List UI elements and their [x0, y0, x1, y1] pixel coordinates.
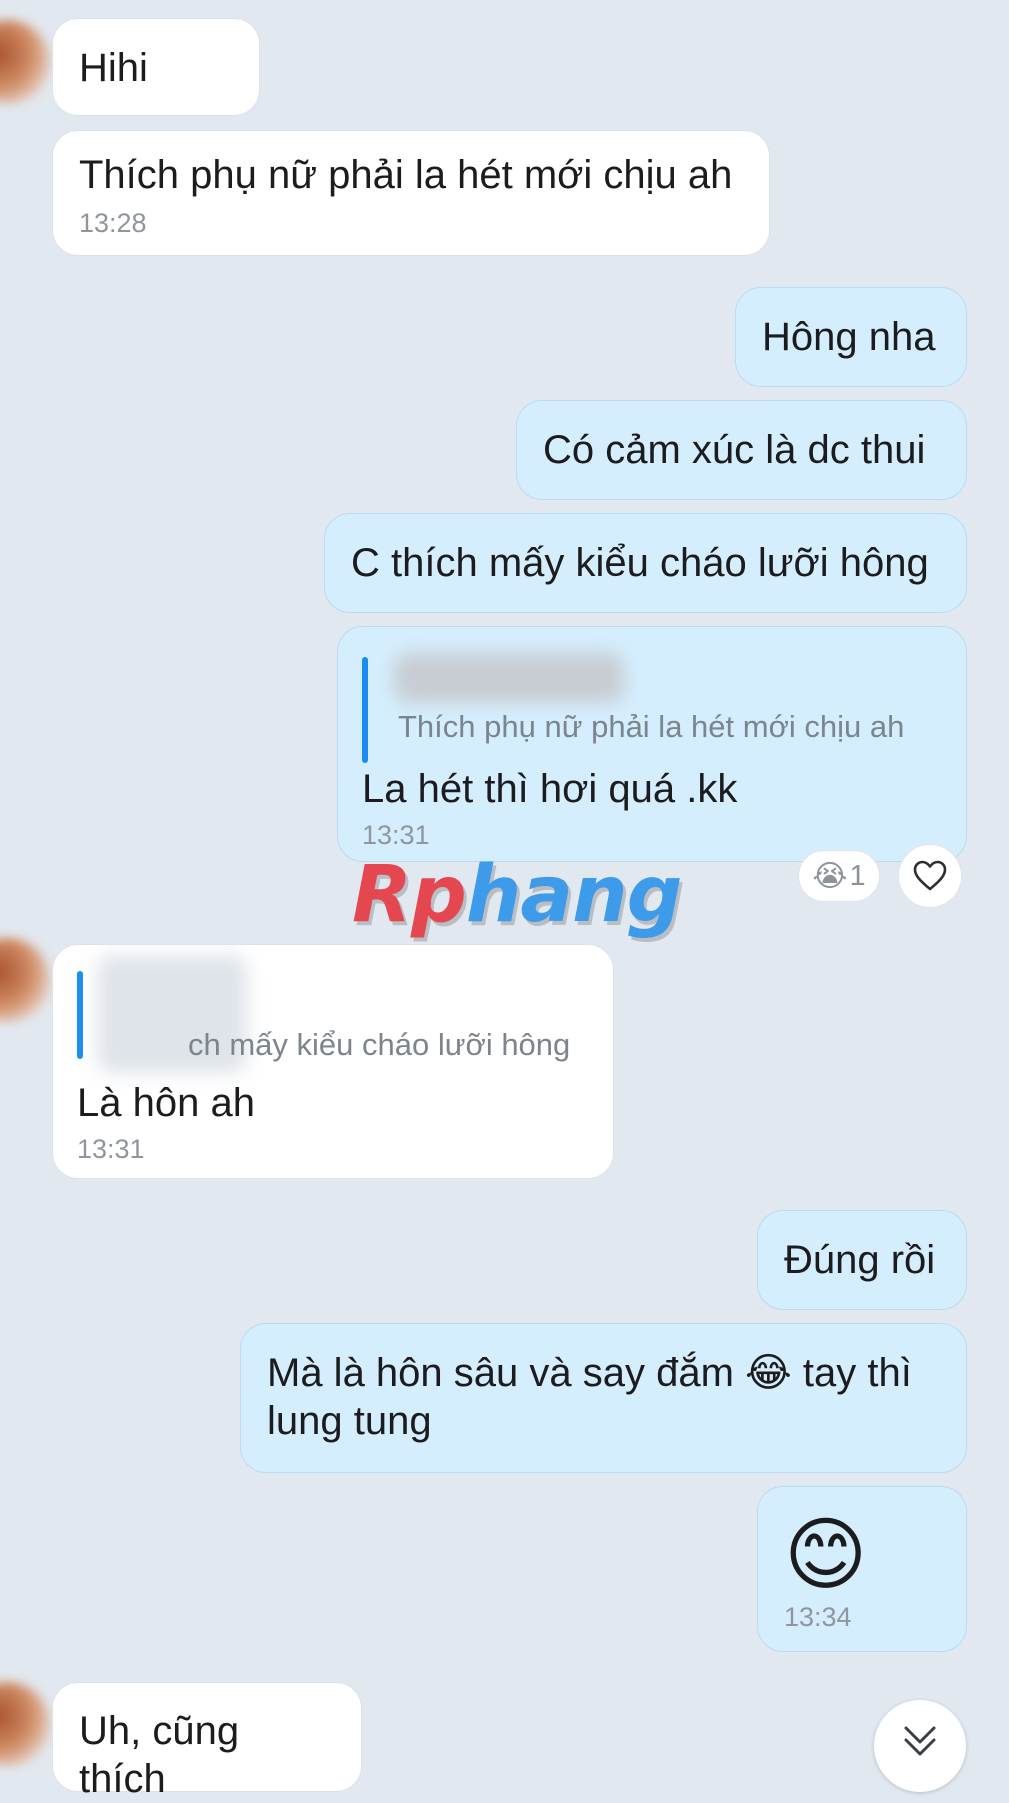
quoted-text: Thích phụ nữ phải la hét mới chịu ah	[398, 709, 905, 744]
outgoing-emoji-message[interactable]: 😊 13:34	[757, 1486, 967, 1652]
message-time: 13:31	[77, 1134, 145, 1164]
message-time: 13:31	[362, 820, 430, 850]
incoming-message[interactable]: Thích phụ nữ phải la hét mới chịu ah 13:…	[52, 130, 770, 256]
reaction-chip[interactable]: 😭 1	[798, 850, 880, 902]
message-text: La hét thì hơi quá .kk	[362, 767, 738, 811]
message-text: Hông nha	[762, 315, 936, 359]
message-text: Là hôn ah	[77, 1081, 255, 1125]
heart-outline-icon	[913, 860, 947, 892]
sender-avatar[interactable]	[0, 1682, 50, 1766]
message-text: Thích phụ nữ phải la hét mới chịu ah	[79, 153, 733, 197]
message-text: C thích mấy kiểu cháo lưỡi hông	[351, 541, 929, 585]
message-text: Mà là hôn sâu và say đắm 😂 tay thì lung …	[267, 1351, 912, 1443]
incoming-reply-message[interactable]: ch mấy kiểu cháo lưỡi hông Là hôn ah 13:…	[52, 944, 614, 1179]
reaction-count: 1	[849, 859, 866, 892]
outgoing-message[interactable]: Mà là hôn sâu và say đắm 😂 tay thì lung …	[240, 1323, 967, 1473]
quote-bar	[362, 657, 368, 763]
incoming-message[interactable]: Uh, cũng thích	[52, 1682, 362, 1801]
sender-avatar[interactable]	[0, 20, 50, 104]
quote-bar	[77, 971, 83, 1059]
smiling-face-emoji: 😊	[784, 1510, 868, 1599]
outgoing-message[interactable]: Đúng rồi	[757, 1210, 967, 1310]
message-time: 13:34	[784, 1602, 852, 1632]
like-button[interactable]	[898, 844, 962, 908]
message-time: 13:28	[79, 208, 147, 238]
incoming-message[interactable]: Hihi	[52, 18, 260, 116]
message-text: Có cảm xúc là dc thui	[543, 428, 926, 472]
quoted-text: ch mấy kiểu cháo lưỡi hông	[188, 1027, 571, 1062]
double-chevron-down-icon	[900, 1722, 940, 1792]
message-text: Hihi	[79, 46, 148, 90]
message-text: Uh, cũng thích	[79, 1709, 240, 1801]
quoted-sender-name	[394, 653, 624, 703]
reaction-emoji: 😭	[812, 859, 848, 893]
outgoing-message[interactable]: Hông nha	[735, 287, 967, 387]
sender-avatar[interactable]	[0, 938, 50, 1022]
outgoing-message[interactable]: Có cảm xúc là dc thui	[516, 400, 967, 500]
outgoing-message[interactable]: C thích mấy kiểu cháo lưỡi hông	[324, 513, 967, 613]
watermark-logo: Rphang	[352, 850, 682, 940]
scroll-to-bottom-button[interactable]	[874, 1700, 966, 1792]
message-text: Đúng rồi	[784, 1238, 936, 1282]
outgoing-reply-message[interactable]: Thích phụ nữ phải la hét mới chịu ah La …	[337, 626, 967, 862]
